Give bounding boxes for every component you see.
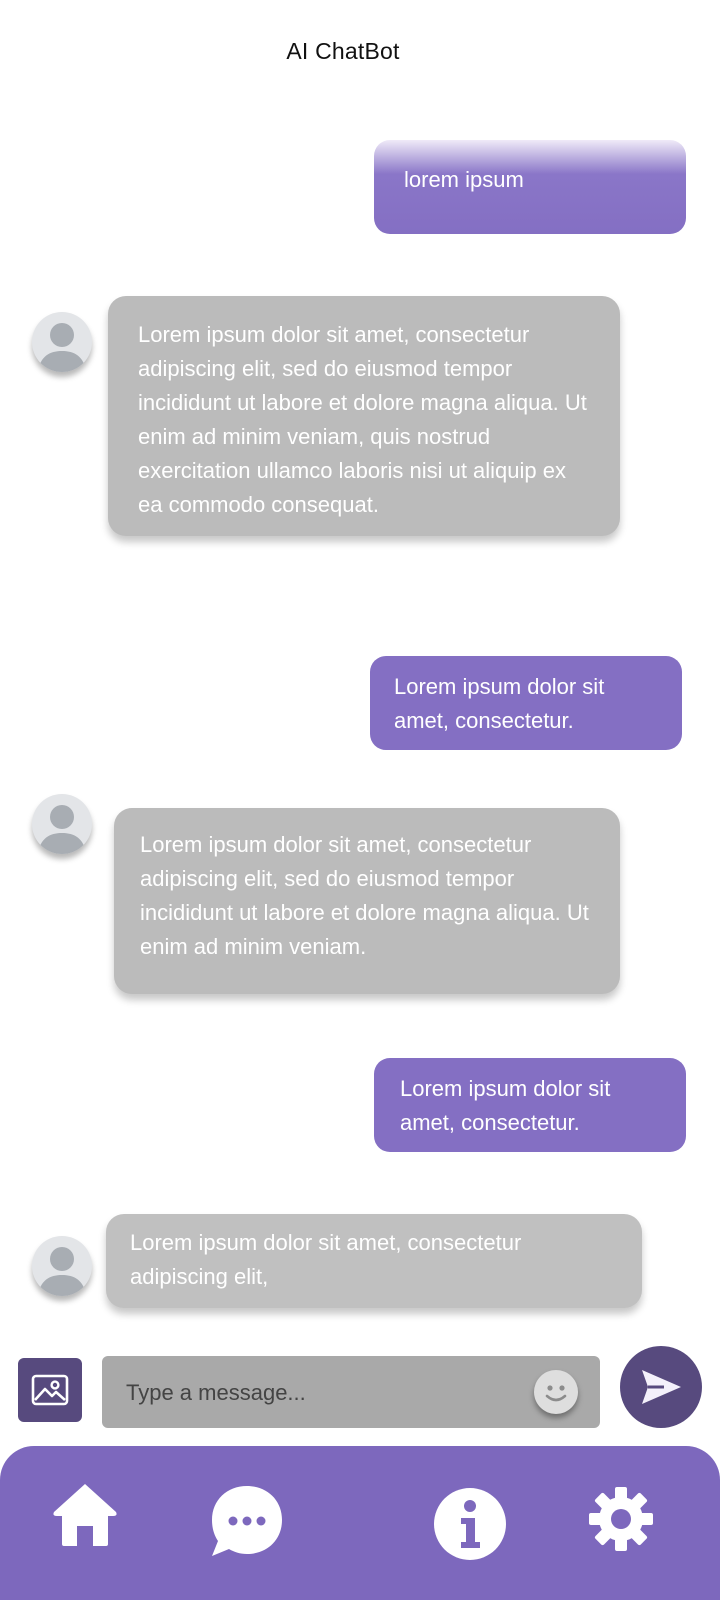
nav-info[interactable] (434, 1488, 506, 1565)
send-icon (642, 1370, 681, 1404)
avatar-icon (38, 323, 86, 372)
gear-icon (589, 1487, 653, 1551)
nav-home[interactable] (52, 1482, 118, 1553)
nav-settings[interactable] (588, 1486, 654, 1557)
smiley-icon (545, 1385, 567, 1402)
message-text: Lorem ipsum dolor sit amet, consectetur … (130, 1230, 522, 1289)
message-text: Lorem ipsum dolor sit amet, consectetur … (138, 322, 587, 517)
info-icon (434, 1488, 506, 1560)
bot-avatar (32, 312, 92, 372)
home-icon (53, 1484, 117, 1546)
emoji-button[interactable] (534, 1370, 578, 1414)
bot-message: Lorem ipsum dolor sit amet, consectetur … (106, 1214, 642, 1308)
message-text: Lorem ipsum dolor sit amet, consectetur … (140, 832, 589, 959)
bot-avatar (32, 1236, 92, 1296)
attach-image-button[interactable] (18, 1358, 82, 1422)
bot-avatar (32, 794, 92, 854)
image-icon (31, 1374, 69, 1406)
message-text: lorem ipsum (404, 167, 524, 192)
bot-message: Lorem ipsum dolor sit amet, consectetur … (114, 808, 620, 994)
bot-message: Lorem ipsum dolor sit amet, consectetur … (108, 296, 620, 536)
nav-chat[interactable] (210, 1484, 284, 1563)
avatar-icon (38, 805, 86, 854)
page-title: AI ChatBot (286, 38, 400, 64)
user-message: lorem ipsum (374, 140, 686, 234)
message-text: Lorem ipsum dolor sit amet, consectetur. (400, 1076, 611, 1135)
avatar-icon (38, 1247, 86, 1296)
user-message: Lorem ipsum dolor sit amet, consectetur. (370, 656, 682, 750)
message-input[interactable] (124, 1356, 528, 1430)
bottom-nav (0, 1446, 720, 1600)
message-text: Lorem ipsum dolor sit amet, consectetur. (394, 674, 605, 733)
message-composer (102, 1356, 600, 1430)
chat-icon (212, 1486, 282, 1556)
user-message: Lorem ipsum dolor sit amet, consectetur. (374, 1058, 686, 1152)
send-button[interactable] (620, 1346, 702, 1428)
